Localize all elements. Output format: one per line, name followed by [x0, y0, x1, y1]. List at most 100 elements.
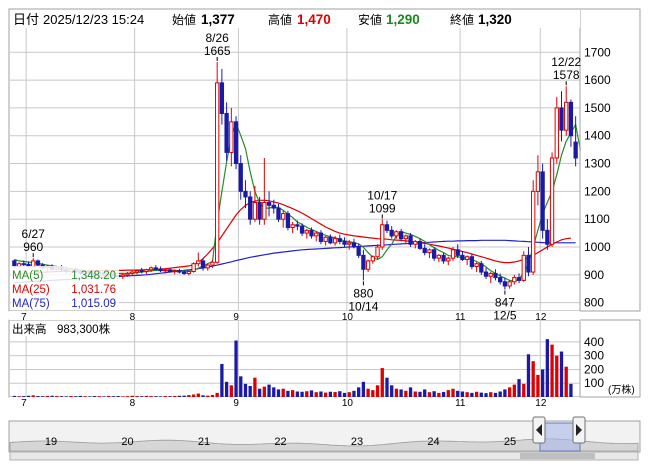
candle: [35, 259, 41, 267]
header-date-label: 日付: [13, 12, 39, 27]
volume-bar: [135, 396, 139, 397]
volume-bar: [484, 393, 488, 397]
volume-bar: [158, 396, 163, 397]
arrow-right-icon[interactable]: [572, 416, 586, 444]
candle-body: [328, 236, 333, 244]
open-value: 1,377: [201, 12, 235, 27]
candle: [521, 251, 526, 282]
candle-body: [488, 272, 493, 277]
price-tick-label: 900: [584, 268, 604, 282]
month-axis-bottom: [9, 397, 580, 407]
candle-body: [365, 260, 371, 270]
volume-bar: [92, 396, 97, 397]
volume-bar: [253, 377, 257, 397]
volume-bar: [182, 395, 186, 397]
volume-bar: [210, 394, 215, 397]
candle-body: [200, 260, 206, 269]
volume-bar: [418, 391, 422, 397]
volume-bar: [385, 377, 389, 397]
stock-chart: 800 900 1000 1100 1200 1300 1400 1500 1600 1700 10…: [0, 0, 653, 470]
volume-bar: [248, 385, 252, 397]
volume-bar: [97, 396, 101, 397]
price-tick-label: 1500: [584, 101, 611, 115]
price-tick-label: 1300: [584, 157, 611, 171]
price-tick-label: 1400: [584, 129, 611, 143]
candle: [233, 116, 239, 170]
volume-bar: [380, 368, 384, 397]
volume-bar: [36, 396, 40, 397]
volume-bar: [309, 390, 314, 397]
volume-bar: [503, 389, 507, 397]
candle-body: [493, 272, 498, 279]
candle: [375, 244, 380, 260]
month-label: 12: [535, 398, 547, 409]
candle-body: [375, 246, 380, 258]
candle-body: [479, 263, 484, 273]
volume-tick-label: 100: [584, 376, 604, 390]
navigator-label: 23: [351, 436, 363, 448]
candle-body: [403, 235, 408, 240]
volume-bar: [173, 395, 177, 397]
candle-body: [361, 254, 366, 270]
arrow-left-icon[interactable]: [532, 416, 546, 444]
volume-bar: [206, 395, 210, 397]
candle-body: [35, 260, 41, 266]
close-label: 終値: [450, 12, 474, 27]
navigator-label: 20: [121, 436, 133, 448]
annotation-value: 847: [495, 296, 515, 310]
candle-body: [224, 112, 229, 153]
candle-body: [564, 101, 569, 131]
candle-body: [545, 229, 550, 245]
volume-bar: [357, 387, 361, 397]
candle-body: [21, 263, 26, 266]
volume-bar: [390, 385, 394, 397]
candle-body: [309, 229, 314, 237]
candle-body: [342, 240, 347, 245]
volume-bar: [177, 395, 182, 397]
candle-body: [436, 254, 442, 259]
volume-bar: [69, 396, 73, 397]
candle-body: [384, 224, 390, 231]
month-label: 11: [455, 398, 466, 409]
volume-bar: [154, 396, 158, 397]
navigator-label: 25: [504, 436, 516, 448]
candle-body: [370, 256, 375, 262]
candle-body: [568, 101, 574, 137]
candle-body: [238, 163, 243, 192]
volume-bar: [522, 383, 526, 397]
month-label: 10: [342, 398, 354, 409]
candle-body: [531, 190, 536, 273]
volume-bar: [441, 392, 446, 397]
navigator-scroll-thumb[interactable]: [520, 453, 595, 459]
ma5-legend-value: 1,348.20: [71, 270, 116, 282]
candle-body: [516, 277, 522, 281]
candle-body: [172, 270, 177, 273]
volume-bar: [290, 390, 295, 397]
candle-body: [347, 242, 352, 245]
ma75-legend-value: 1,015.09: [71, 298, 116, 310]
volume-bar: [352, 390, 356, 397]
candle: [215, 61, 220, 264]
candle-body: [356, 246, 361, 256]
volume-bar: [413, 391, 417, 397]
volume-bar: [83, 396, 87, 397]
volume-bar: [470, 392, 474, 397]
volume-tick-label: 300: [584, 349, 604, 363]
volume-bar: [493, 392, 498, 397]
volume-bar: [234, 340, 238, 397]
navigator-label: 24: [427, 436, 439, 448]
volume-bar: [531, 361, 535, 397]
annotation-date: 6/27: [22, 227, 46, 241]
candle-body: [559, 107, 564, 131]
annotation-date: 10/17: [367, 188, 397, 202]
candle-body: [12, 260, 17, 267]
volume-bar: [272, 387, 276, 397]
candle-body: [182, 271, 187, 274]
annotation-date: 8/26: [205, 31, 229, 45]
candle-body: [554, 107, 559, 159]
volume-bar: [295, 391, 300, 397]
volume-bar: [111, 396, 116, 397]
volume-bar: [324, 392, 328, 397]
candle-body: [271, 204, 276, 209]
volume-bar: [220, 363, 224, 397]
